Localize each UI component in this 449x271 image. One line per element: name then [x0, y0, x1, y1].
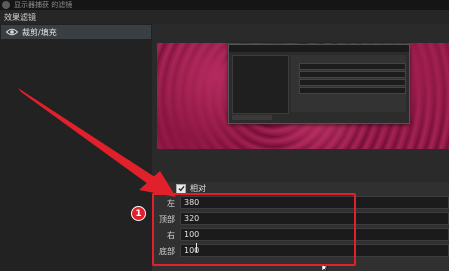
filter-item-crop-pad[interactable]: 裁剪/填充 — [1, 25, 151, 39]
annotation-badge: 1 — [131, 206, 146, 221]
filter-item-label: 裁剪/填充 — [22, 27, 57, 37]
preview-nested-window — [228, 44, 410, 124]
filters-header: 效果滤镜 — [0, 10, 449, 24]
section-title: 效果滤镜 — [4, 13, 36, 22]
eye-icon[interactable] — [5, 25, 19, 39]
annotation-highlight-box — [152, 193, 356, 266]
checkmark-icon — [178, 185, 185, 192]
filter-list: 裁剪/填充 — [0, 24, 152, 271]
mouse-cursor-icon — [322, 265, 329, 271]
window-title: 显示器捕获 的滤镜 — [14, 1, 73, 9]
window-titlebar: 显示器捕获 的滤镜 — [0, 0, 449, 10]
relative-checkbox[interactable] — [176, 183, 186, 194]
app-logo-icon — [2, 1, 10, 9]
